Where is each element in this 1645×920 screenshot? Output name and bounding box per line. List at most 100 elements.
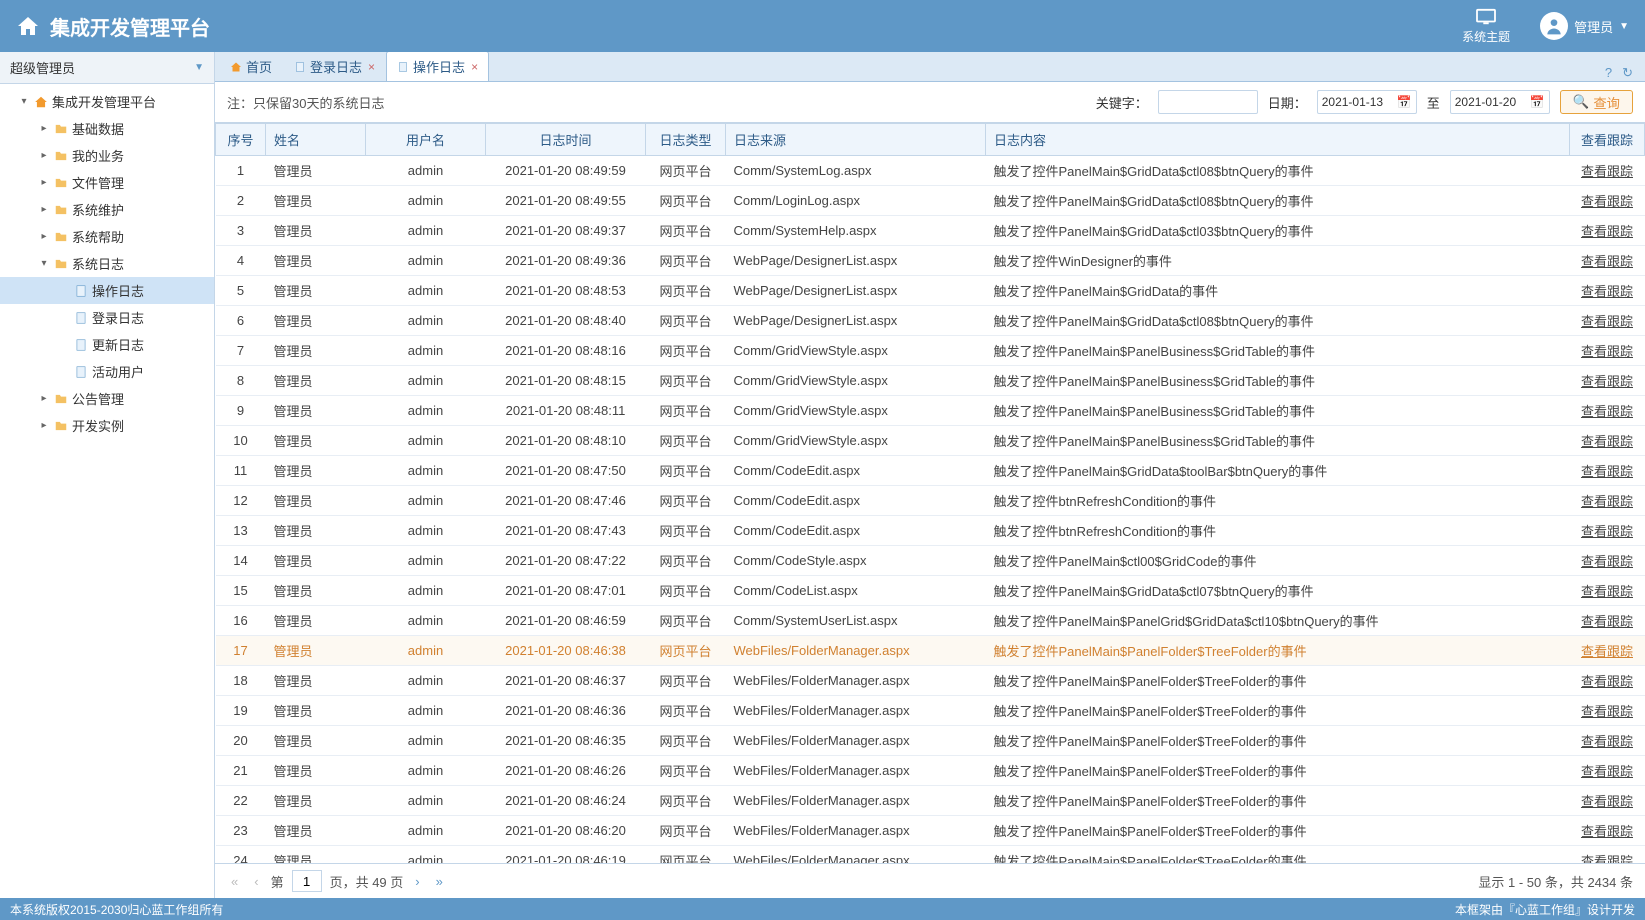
view-trace-link[interactable]: 查看跟踪	[1581, 554, 1633, 569]
expand-toggle-icon[interactable]: ▾	[38, 258, 50, 269]
tree-leaf[interactable]: 登录日志	[0, 304, 214, 331]
tab[interactable]: 首页	[219, 52, 283, 81]
table-row[interactable]: 13 管理员 admin 2021-01-20 08:47:43 网页平台 Co…	[216, 516, 1645, 546]
tree-leaf[interactable]: 活动用户	[0, 358, 214, 385]
view-trace-link[interactable]: 查看跟踪	[1581, 254, 1633, 269]
tree-folder[interactable]: ▾系统日志	[0, 250, 214, 277]
expand-toggle-icon[interactable]: ▸	[38, 393, 50, 404]
tree-folder[interactable]: ▸系统维护	[0, 196, 214, 223]
view-trace-link[interactable]: 查看跟踪	[1581, 734, 1633, 749]
tree-leaf[interactable]: 操作日志	[0, 277, 214, 304]
view-trace-link[interactable]: 查看跟踪	[1581, 464, 1633, 479]
last-page-button[interactable]: »	[432, 874, 447, 889]
table-row[interactable]: 24 管理员 admin 2021-01-20 08:46:19 网页平台 We…	[216, 846, 1645, 864]
expand-toggle-icon[interactable]: ▸	[38, 150, 50, 161]
table-row[interactable]: 12 管理员 admin 2021-01-20 08:47:46 网页平台 Co…	[216, 486, 1645, 516]
table-row[interactable]: 5 管理员 admin 2021-01-20 08:48:53 网页平台 Web…	[216, 276, 1645, 306]
date-to-input[interactable]: 2021-01-20 📅	[1450, 90, 1550, 114]
user-menu[interactable]: 管理员 ▼	[1540, 12, 1629, 40]
query-button[interactable]: 🔍 查询	[1560, 90, 1633, 114]
table-row[interactable]: 22 管理员 admin 2021-01-20 08:46:24 网页平台 We…	[216, 786, 1645, 816]
expand-toggle-icon[interactable]: ▸	[38, 420, 50, 431]
expand-toggle-icon[interactable]: ▸	[38, 177, 50, 188]
view-trace-link[interactable]: 查看跟踪	[1581, 764, 1633, 779]
column-header[interactable]: 姓名	[266, 124, 366, 156]
tab[interactable]: 登录日志×	[283, 52, 386, 81]
view-trace-link[interactable]: 查看跟踪	[1581, 614, 1633, 629]
log-table[interactable]: 序号姓名用户名日志时间日志类型日志来源日志内容查看跟踪 1 管理员 admin …	[215, 123, 1645, 863]
page-input[interactable]	[292, 870, 322, 892]
table-row[interactable]: 6 管理员 admin 2021-01-20 08:48:40 网页平台 Web…	[216, 306, 1645, 336]
column-header[interactable]: 用户名	[366, 124, 486, 156]
cell-name: 管理员	[266, 606, 366, 636]
column-header[interactable]: 查看跟踪	[1570, 124, 1645, 156]
table-row[interactable]: 16 管理员 admin 2021-01-20 08:46:59 网页平台 Co…	[216, 606, 1645, 636]
view-trace-link[interactable]: 查看跟踪	[1581, 644, 1633, 659]
keyword-input[interactable]	[1158, 90, 1258, 114]
table-row[interactable]: 10 管理员 admin 2021-01-20 08:48:10 网页平台 Co…	[216, 426, 1645, 456]
refresh-icon[interactable]: ↻	[1622, 65, 1633, 81]
table-row[interactable]: 2 管理员 admin 2021-01-20 08:49:55 网页平台 Com…	[216, 186, 1645, 216]
view-trace-link[interactable]: 查看跟踪	[1581, 494, 1633, 509]
table-row[interactable]: 20 管理员 admin 2021-01-20 08:46:35 网页平台 We…	[216, 726, 1645, 756]
view-trace-link[interactable]: 查看跟踪	[1581, 524, 1633, 539]
expand-toggle-icon[interactable]: ▸	[38, 204, 50, 215]
view-trace-link[interactable]: 查看跟踪	[1581, 314, 1633, 329]
view-trace-link[interactable]: 查看跟踪	[1581, 854, 1633, 863]
close-icon[interactable]: ×	[471, 60, 478, 74]
view-trace-link[interactable]: 查看跟踪	[1581, 824, 1633, 839]
prev-page-button[interactable]: ‹	[250, 874, 262, 889]
table-row[interactable]: 11 管理员 admin 2021-01-20 08:47:50 网页平台 Co…	[216, 456, 1645, 486]
table-row[interactable]: 7 管理员 admin 2021-01-20 08:48:16 网页平台 Com…	[216, 336, 1645, 366]
collapse-toggle-icon[interactable]: ▾	[18, 96, 30, 107]
tree-folder[interactable]: ▸文件管理	[0, 169, 214, 196]
help-icon[interactable]: ?	[1605, 65, 1612, 81]
first-page-button[interactable]: «	[227, 874, 242, 889]
view-trace-link[interactable]: 查看跟踪	[1581, 704, 1633, 719]
view-trace-link[interactable]: 查看跟踪	[1581, 164, 1633, 179]
expand-toggle-icon[interactable]: ▸	[38, 123, 50, 134]
table-row[interactable]: 21 管理员 admin 2021-01-20 08:46:26 网页平台 We…	[216, 756, 1645, 786]
view-trace-link[interactable]: 查看跟踪	[1581, 584, 1633, 599]
table-row[interactable]: 17 管理员 admin 2021-01-20 08:46:38 网页平台 We…	[216, 636, 1645, 666]
view-trace-link[interactable]: 查看跟踪	[1581, 674, 1633, 689]
table-row[interactable]: 19 管理员 admin 2021-01-20 08:46:36 网页平台 We…	[216, 696, 1645, 726]
view-trace-link[interactable]: 查看跟踪	[1581, 404, 1633, 419]
close-icon[interactable]: ×	[368, 60, 375, 74]
tree-folder[interactable]: ▸公告管理	[0, 385, 214, 412]
tab[interactable]: 操作日志×	[386, 52, 489, 81]
cell-src: Comm/SystemUserList.aspx	[726, 606, 986, 636]
view-trace-link[interactable]: 查看跟踪	[1581, 434, 1633, 449]
theme-button[interactable]: 系统主题	[1462, 8, 1510, 45]
table-row[interactable]: 4 管理员 admin 2021-01-20 08:49:36 网页平台 Web…	[216, 246, 1645, 276]
tree-folder[interactable]: ▸系统帮助	[0, 223, 214, 250]
tree-folder[interactable]: ▸基础数据	[0, 115, 214, 142]
tree-root[interactable]: ▾ 集成开发管理平台	[0, 88, 214, 115]
column-header[interactable]: 日志内容	[986, 124, 1570, 156]
table-row[interactable]: 23 管理员 admin 2021-01-20 08:46:20 网页平台 We…	[216, 816, 1645, 846]
view-trace-link[interactable]: 查看跟踪	[1581, 284, 1633, 299]
table-row[interactable]: 18 管理员 admin 2021-01-20 08:46:37 网页平台 We…	[216, 666, 1645, 696]
column-header[interactable]: 日志类型	[646, 124, 726, 156]
view-trace-link[interactable]: 查看跟踪	[1581, 794, 1633, 809]
view-trace-link[interactable]: 查看跟踪	[1581, 374, 1633, 389]
column-header[interactable]: 日志来源	[726, 124, 986, 156]
table-row[interactable]: 3 管理员 admin 2021-01-20 08:49:37 网页平台 Com…	[216, 216, 1645, 246]
view-trace-link[interactable]: 查看跟踪	[1581, 224, 1633, 239]
table-row[interactable]: 15 管理员 admin 2021-01-20 08:47:01 网页平台 Co…	[216, 576, 1645, 606]
table-row[interactable]: 8 管理员 admin 2021-01-20 08:48:15 网页平台 Com…	[216, 366, 1645, 396]
tree-leaf[interactable]: 更新日志	[0, 331, 214, 358]
column-header[interactable]: 日志时间	[486, 124, 646, 156]
next-page-button[interactable]: ›	[411, 874, 423, 889]
table-row[interactable]: 14 管理员 admin 2021-01-20 08:47:22 网页平台 Co…	[216, 546, 1645, 576]
view-trace-link[interactable]: 查看跟踪	[1581, 194, 1633, 209]
expand-toggle-icon[interactable]: ▸	[38, 231, 50, 242]
role-selector[interactable]: 超级管理员 ▼	[0, 52, 214, 84]
tree-folder[interactable]: ▸我的业务	[0, 142, 214, 169]
view-trace-link[interactable]: 查看跟踪	[1581, 344, 1633, 359]
table-row[interactable]: 9 管理员 admin 2021-01-20 08:48:11 网页平台 Com…	[216, 396, 1645, 426]
table-row[interactable]: 1 管理员 admin 2021-01-20 08:49:59 网页平台 Com…	[216, 156, 1645, 186]
tree-folder[interactable]: ▸开发实例	[0, 412, 214, 439]
column-header[interactable]: 序号	[216, 124, 266, 156]
date-from-input[interactable]: 2021-01-13 📅	[1317, 90, 1417, 114]
